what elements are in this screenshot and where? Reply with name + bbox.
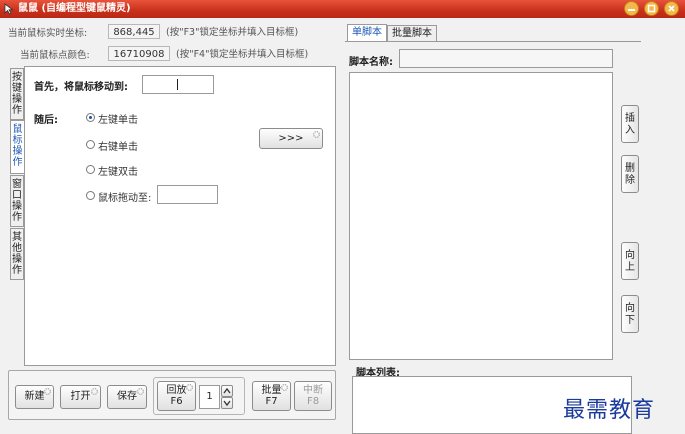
script-name-input[interactable] <box>399 49 613 68</box>
color-value: 16710908 <box>108 46 170 61</box>
maximize-button[interactable] <box>644 1 659 16</box>
title-bar: 鼠鼠 (自编程型键鼠精灵) <box>0 0 685 18</box>
close-button[interactable] <box>664 1 679 16</box>
app-icon <box>4 3 14 15</box>
spin-up-button[interactable] <box>221 385 233 397</box>
insert-button[interactable]: 插入 <box>621 105 639 143</box>
chevron-up-icon <box>223 387 231 394</box>
gear-icon <box>185 383 194 392</box>
radio-double-click-indicator[interactable] <box>86 165 95 174</box>
minimize-icon <box>624 1 639 16</box>
minimize-button[interactable] <box>624 1 639 16</box>
maximize-icon <box>644 1 659 16</box>
move-target-input[interactable] <box>142 75 214 94</box>
main-window: 当前鼠标实时坐标: 868,445 (按"F3"锁定坐标并填入目标框) 当前鼠标… <box>0 18 685 434</box>
add-action-label: >>> <box>278 133 304 144</box>
color-label: 当前鼠标点颜色: <box>20 50 90 61</box>
delete-button[interactable]: 删除 <box>621 155 639 193</box>
text-caret <box>177 79 178 90</box>
coords-value: 868,445 <box>108 24 160 39</box>
tab-other-operation[interactable]: 其他操作 <box>10 228 24 280</box>
move-up-button[interactable]: 向上 <box>621 242 639 280</box>
add-action-button[interactable]: >>> <box>259 128 323 149</box>
radio-double-click-label[interactable]: 左键双击 <box>98 163 138 178</box>
radio-left-click-label[interactable]: 左键单击 <box>98 111 138 126</box>
new-button[interactable]: 新建 <box>15 385 54 409</box>
new-button-label: 新建 <box>24 391 45 402</box>
gear-icon <box>90 387 99 396</box>
batch-button[interactable]: 批量 F7 <box>252 381 291 411</box>
tab-mouse-operation[interactable]: 鼠标操作 <box>10 120 24 174</box>
gear-icon <box>280 383 289 392</box>
tab-key-operation[interactable]: 按键操作 <box>10 68 24 120</box>
then-label: 随后: <box>34 115 58 126</box>
tab-window-operation[interactable]: 窗口操作 <box>10 175 24 227</box>
stop-button[interactable]: 中断 F8 <box>294 381 332 411</box>
save-button-label: 保存 <box>117 391 137 402</box>
coords-hint: (按"F3"锁定坐标并填入目标框) <box>166 27 299 38</box>
tab-divider <box>345 41 641 42</box>
open-button-label: 打开 <box>70 391 91 402</box>
script-actions-list[interactable] <box>349 72 613 360</box>
spin-down-button[interactable] <box>221 397 233 409</box>
radio-left-click-indicator[interactable] <box>86 113 95 122</box>
coords-label: 当前鼠标实时坐标: <box>8 28 88 39</box>
gear-icon <box>43 387 52 396</box>
radio-drag-to-indicator[interactable] <box>86 191 95 200</box>
tab-batch-script[interactable]: 批量脚本 <box>387 25 437 41</box>
gear-icon <box>136 387 145 396</box>
open-button[interactable]: 打开 <box>60 385 101 409</box>
radio-drag-to-label[interactable]: 鼠标拖动至: <box>98 189 151 204</box>
batch-key: F7 <box>265 396 278 407</box>
move-to-label: 首先，将鼠标移动到: <box>34 82 128 93</box>
bottom-toolbar: 新建 打开 保存 回放 F6 1 批量 F7 中断 F8 <box>8 370 336 420</box>
close-icon <box>664 1 679 16</box>
gear-icon <box>312 130 321 139</box>
drag-target-input[interactable] <box>157 185 218 204</box>
playback-key: F6 <box>170 396 183 407</box>
repeat-count-input[interactable]: 1 <box>199 385 220 409</box>
stop-key: F8 <box>306 396 320 407</box>
playback-button[interactable]: 回放 F6 <box>157 381 196 411</box>
color-hint: (按"F4"锁定坐标并填入目标框) <box>176 49 309 60</box>
radio-right-click-label[interactable]: 右键单击 <box>98 138 138 153</box>
mouse-operation-panel: 首先，将鼠标移动到: 随后: 左键单击 右键单击 左键双击 鼠标拖动至: >>> <box>24 66 336 366</box>
watermark: 最需教育 <box>563 398 656 423</box>
stop-label: 中断 <box>303 385 323 396</box>
save-button[interactable]: 保存 <box>107 385 147 409</box>
tab-single-script[interactable]: 单脚本 <box>347 24 387 41</box>
radio-right-click-indicator[interactable] <box>86 140 95 149</box>
chevron-down-icon <box>223 400 231 407</box>
window-title: 鼠鼠 (自编程型键鼠精灵) <box>18 3 131 14</box>
move-down-button[interactable]: 向下 <box>621 295 639 333</box>
script-name-label: 脚本名称: <box>349 57 393 68</box>
